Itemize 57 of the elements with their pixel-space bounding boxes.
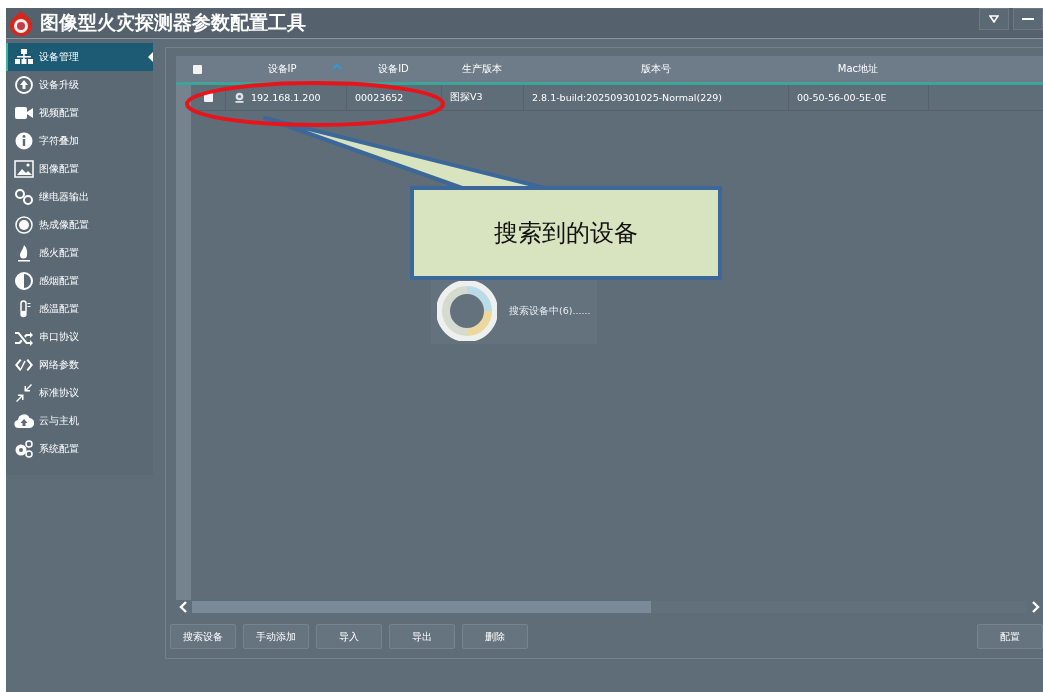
column-header[interactable]: 设备IP — [267, 62, 297, 76]
caret-icon — [148, 52, 153, 62]
minimize-icon — [1022, 17, 1034, 21]
sidebar-item[interactable]: 系统配置 — [6, 435, 153, 463]
scroll-left-icon[interactable] — [178, 601, 188, 613]
action-button[interactable]: 删除 — [462, 624, 528, 649]
logo-icon — [8, 10, 34, 36]
column-header[interactable]: Mac地址 — [837, 62, 879, 76]
sidebar-item[interactable]: 字符叠加 — [6, 127, 153, 155]
sidebar-item[interactable]: 设备升级 — [6, 71, 153, 99]
row-checkbox[interactable] — [203, 93, 213, 102]
sidebar-item[interactable]: 视频配置 — [6, 99, 153, 127]
table-cell: 图探V3 — [450, 91, 483, 104]
select-all-checkbox[interactable] — [192, 64, 202, 74]
table-cell: 2.8.1-build:202509301025-Normal(229) — [532, 92, 723, 103]
sidebar-item[interactable]: 感火配置 — [6, 239, 153, 267]
loading-text: 搜索设备中(6)...... — [509, 304, 591, 318]
contrast-icon — [14, 272, 34, 290]
triangle-down-icon — [989, 15, 999, 23]
action-button[interactable]: 导出 — [389, 624, 455, 649]
sidebar-item[interactable]: 云与主机 — [6, 407, 153, 435]
sidebar-item[interactable]: 设备管理 — [6, 43, 153, 71]
callout-box: 搜索到的设备 — [410, 186, 722, 280]
network-icon — [14, 48, 34, 66]
sidebar-item[interactable]: 网络参数 — [6, 351, 153, 379]
sidebar-item[interactable]: 热成像配置 — [6, 211, 153, 239]
scrollbar-thumb[interactable] — [192, 601, 652, 613]
cloud-icon — [14, 412, 34, 430]
table-cell: 00-50-56-00-5E-0E — [797, 92, 887, 103]
sidebar-item[interactable]: 继电器输出 — [6, 183, 153, 211]
sidebar-item[interactable]: 标准协议 — [6, 379, 153, 407]
window-title: 图像型火灾探测器参数配置工具 — [40, 10, 306, 35]
table-row[interactable]: 192.168.1.200 00023652 图探V3 2.8.1-build:202509301025-Normal(229) 00-50-56-00-5E-0E — [191, 85, 1043, 111]
compress-icon — [14, 384, 34, 402]
config-button[interactable]: 配置 — [977, 624, 1043, 649]
camera-icon — [234, 92, 245, 103]
image-icon — [14, 160, 34, 178]
upload-icon — [14, 76, 34, 94]
info-icon — [14, 132, 34, 150]
video-icon — [14, 104, 34, 122]
scroll-right-icon[interactable] — [1031, 601, 1041, 613]
column-header[interactable]: 版本号 — [640, 62, 671, 76]
column-header[interactable]: 生产版本 — [462, 62, 502, 76]
dropdown-button[interactable] — [979, 8, 1009, 30]
sidebar-item[interactable]: 感烟配置 — [6, 267, 153, 295]
action-button[interactable]: 搜索设备 — [170, 624, 236, 649]
column-header[interactable]: 设备ID — [378, 62, 409, 76]
table-cell: 192.168.1.200 — [251, 92, 321, 103]
sidebar-item[interactable]: 串口协议 — [6, 323, 153, 351]
table-cell: 00023652 — [355, 92, 404, 103]
minimize-button[interactable] — [1013, 8, 1043, 30]
action-button[interactable]: 导入 — [316, 624, 382, 649]
spinner-icon — [437, 281, 497, 341]
sidebar-item[interactable]: 感温配置 — [6, 295, 153, 323]
action-button[interactable]: 手动添加 — [243, 624, 309, 649]
sidebar-item[interactable]: 图像配置 — [6, 155, 153, 183]
horizontal-scrollbar[interactable] — [176, 600, 1043, 614]
